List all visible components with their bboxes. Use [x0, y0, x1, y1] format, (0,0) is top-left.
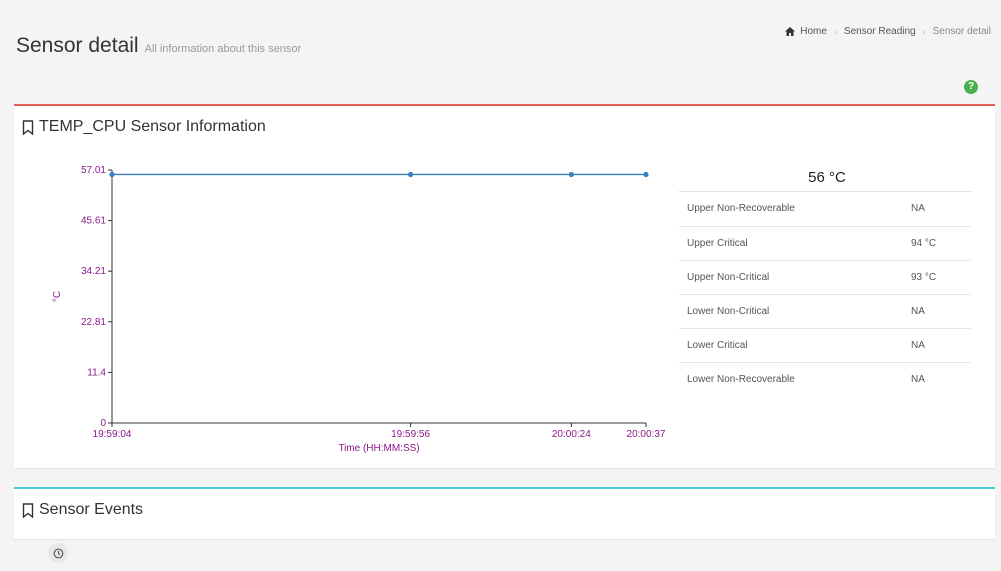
bookmark-icon	[22, 119, 34, 135]
sensor-reading-chart: 0 11.4 22.81 34.21 45.61 57.01 19:59:04 19:59:5…	[52, 165, 666, 454]
threshold-value: 94 °C	[911, 226, 971, 261]
table-row: Lower Non-Recoverable NA	[679, 362, 971, 396]
x-tick-label: 19:59:56	[391, 429, 430, 440]
refresh-button[interactable]	[48, 543, 68, 563]
table-row: Upper Non-Critical 93 °C	[679, 260, 971, 295]
table-row: Lower Non-Critical NA	[679, 294, 971, 329]
threshold-label: Upper Critical	[679, 226, 911, 261]
breadcrumb: Home › Sensor Reading › Sensor detail	[785, 26, 991, 37]
table-row: Upper Critical 94 °C	[679, 226, 971, 261]
threshold-value: NA	[911, 328, 971, 363]
table-row: Lower Critical NA	[679, 328, 971, 363]
y-tick-label: 45.61	[81, 216, 106, 227]
threshold-label: Lower Critical	[679, 328, 911, 363]
current-reading: 56 °C	[679, 164, 971, 192]
y-axis-label: °C	[52, 291, 63, 302]
breadcrumb-home[interactable]: Home	[800, 26, 827, 37]
y-tick-label: 57.01	[81, 165, 106, 176]
sensor-events-title[interactable]: Sensor Events	[22, 501, 143, 519]
y-tick-label: 34.21	[81, 266, 106, 277]
sensor-info-title-text: TEMP_CPU Sensor Information	[39, 118, 266, 135]
y-tick-label: 0	[100, 418, 106, 429]
threshold-label: Upper Non-Critical	[679, 260, 911, 295]
page-title: Sensor detail All information about this …	[16, 34, 301, 58]
data-point	[109, 171, 115, 178]
y-tick-label: 11.4	[87, 367, 106, 378]
sensor-info-title: TEMP_CPU Sensor Information	[22, 118, 266, 136]
sensor-events-box: Sensor Events	[14, 487, 995, 539]
sensor-events-title-text: Sensor Events	[39, 501, 144, 518]
threshold-label: Upper Non-Recoverable	[679, 192, 911, 227]
x-tick-label: 20:00:37	[627, 429, 666, 440]
breadcrumb-separator: ›	[833, 26, 837, 37]
x-axis-label: Time (HH:MM:SS)	[338, 443, 419, 454]
threshold-value: NA	[911, 373, 925, 385]
breadcrumb-current: Sensor detail	[932, 26, 991, 37]
threshold-value: NA	[911, 294, 971, 329]
table-row: Upper Non-Recoverable NA	[679, 192, 971, 227]
x-tick-label: 19:59:04	[93, 429, 132, 440]
x-tick-label: 20:00:24	[552, 429, 591, 440]
breadcrumb-separator: ›	[922, 26, 926, 37]
threshold-value: 93 °C	[911, 260, 971, 295]
data-point	[568, 171, 574, 178]
threshold-table: Upper Non-Recoverable NA Upper Critical 94…	[679, 192, 971, 396]
threshold-label: Lower Non-Recoverable	[687, 373, 795, 385]
y-tick-label: 22.81	[81, 317, 106, 328]
page-header: Sensor detail All information about this …	[0, 0, 1001, 100]
breadcrumb-sensor-reading[interactable]: Sensor Reading	[844, 26, 916, 37]
bookmark-icon	[22, 502, 34, 518]
data-point	[643, 171, 649, 178]
help-icon[interactable]: ?	[964, 80, 978, 94]
threshold-label: Lower Non-Critical	[679, 294, 911, 329]
clock-icon	[53, 548, 63, 558]
threshold-panel: 56 °C Upper Non-Recoverable NA Upper Crit…	[679, 164, 971, 396]
page-subtitle: All information about this sensor	[144, 43, 302, 55]
threshold-value: NA	[911, 192, 971, 227]
home-icon	[785, 27, 796, 36]
data-point	[407, 171, 414, 178]
page-title-text: Sensor detail	[16, 34, 139, 57]
